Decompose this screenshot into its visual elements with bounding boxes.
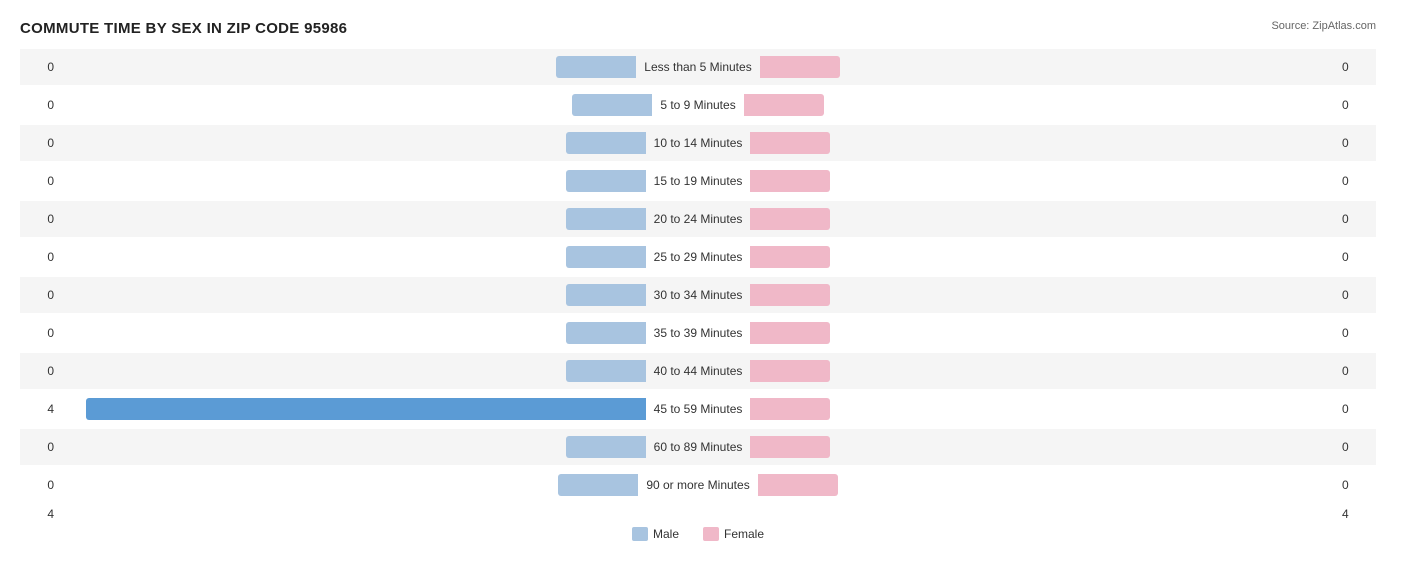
bar-row: 0 30 to 34 Minutes 0 [20, 277, 1376, 313]
bar-container: 35 to 39 Minutes [60, 315, 1336, 351]
bar-container: 90 or more Minutes [60, 467, 1336, 503]
male-bar [556, 56, 636, 78]
right-value: 0 [1336, 364, 1376, 378]
right-value: 0 [1336, 174, 1376, 188]
axis-left-value: 4 [20, 507, 60, 521]
female-bar [750, 170, 830, 192]
bar-container: 45 to 59 Minutes [60, 391, 1336, 427]
left-value: 0 [20, 440, 60, 454]
axis-row: 4 4 [20, 507, 1376, 521]
right-value: 0 [1336, 250, 1376, 264]
bar-row: 0 60 to 89 Minutes 0 [20, 429, 1376, 465]
chart-title: COMMUTE TIME BY SEX IN ZIP CODE 95986 [20, 20, 347, 37]
bar-container: 20 to 24 Minutes [60, 201, 1336, 237]
male-swatch [632, 527, 648, 541]
bar-label: 90 or more Minutes [638, 478, 757, 492]
right-value: 0 [1336, 288, 1376, 302]
female-bar [750, 436, 830, 458]
left-value: 0 [20, 364, 60, 378]
right-value: 0 [1336, 478, 1376, 492]
legend-female-label: Female [724, 527, 764, 541]
bar-row: 0 90 or more Minutes 0 [20, 467, 1376, 503]
left-value: 4 [20, 402, 60, 416]
female-bar [750, 132, 830, 154]
male-bar [572, 94, 652, 116]
left-value: 0 [20, 212, 60, 226]
left-value: 0 [20, 326, 60, 340]
bar-label: Less than 5 Minutes [636, 60, 759, 74]
left-value: 0 [20, 136, 60, 150]
left-value: 0 [20, 60, 60, 74]
bar-row: 0 35 to 39 Minutes 0 [20, 315, 1376, 351]
bar-row: 4 45 to 59 Minutes 0 [20, 391, 1376, 427]
bar-container: 30 to 34 Minutes [60, 277, 1336, 313]
female-bar [750, 208, 830, 230]
chart-area: 0 Less than 5 Minutes 0 0 5 to 9 Minutes 0 0 10… [20, 49, 1376, 503]
legend: Male Female [20, 527, 1376, 541]
left-value: 0 [20, 98, 60, 112]
bar-container: 40 to 44 Minutes [60, 353, 1336, 389]
bar-container: 5 to 9 Minutes [60, 87, 1336, 123]
bar-container: Less than 5 Minutes [60, 49, 1336, 85]
bar-label: 25 to 29 Minutes [646, 250, 751, 264]
bar-label: 45 to 59 Minutes [646, 402, 751, 416]
right-value: 0 [1336, 60, 1376, 74]
left-value: 0 [20, 250, 60, 264]
male-bar [558, 474, 638, 496]
female-bar [750, 246, 830, 268]
male-bar [566, 132, 646, 154]
bar-label: 5 to 9 Minutes [652, 98, 743, 112]
bar-label: 20 to 24 Minutes [646, 212, 751, 226]
legend-female: Female [703, 527, 764, 541]
bar-row: 0 20 to 24 Minutes 0 [20, 201, 1376, 237]
male-bar [566, 360, 646, 382]
bar-label: 10 to 14 Minutes [646, 136, 751, 150]
legend-male-label: Male [653, 527, 679, 541]
bar-row: 0 25 to 29 Minutes 0 [20, 239, 1376, 275]
bar-row: 0 Less than 5 Minutes 0 [20, 49, 1376, 85]
bar-row: 0 10 to 14 Minutes 0 [20, 125, 1376, 161]
female-bar [750, 398, 830, 420]
female-bar [750, 360, 830, 382]
left-value: 0 [20, 478, 60, 492]
male-bar [86, 398, 646, 420]
female-bar [760, 56, 840, 78]
male-bar [566, 436, 646, 458]
female-bar [750, 322, 830, 344]
bar-row: 0 40 to 44 Minutes 0 [20, 353, 1376, 389]
bar-container: 25 to 29 Minutes [60, 239, 1336, 275]
bar-label: 60 to 89 Minutes [646, 440, 751, 454]
male-bar [566, 208, 646, 230]
bar-row: 0 5 to 9 Minutes 0 [20, 87, 1376, 123]
right-value: 0 [1336, 98, 1376, 112]
right-value: 0 [1336, 402, 1376, 416]
legend-male: Male [632, 527, 679, 541]
right-value: 0 [1336, 440, 1376, 454]
bar-container: 10 to 14 Minutes [60, 125, 1336, 161]
chart-header: COMMUTE TIME BY SEX IN ZIP CODE 95986 So… [20, 20, 1376, 37]
bar-row: 0 15 to 19 Minutes 0 [20, 163, 1376, 199]
bar-label: 15 to 19 Minutes [646, 174, 751, 188]
bar-label: 30 to 34 Minutes [646, 288, 751, 302]
male-bar [566, 246, 646, 268]
right-value: 0 [1336, 212, 1376, 226]
bar-label: 40 to 44 Minutes [646, 364, 751, 378]
bar-container: 60 to 89 Minutes [60, 429, 1336, 465]
female-swatch [703, 527, 719, 541]
male-bar [566, 322, 646, 344]
left-value: 0 [20, 174, 60, 188]
bar-container: 15 to 19 Minutes [60, 163, 1336, 199]
right-value: 0 [1336, 136, 1376, 150]
source-text: Source: ZipAtlas.com [1271, 20, 1376, 32]
female-bar [750, 284, 830, 306]
axis-right-value: 4 [1336, 507, 1376, 521]
left-value: 0 [20, 288, 60, 302]
right-value: 0 [1336, 326, 1376, 340]
female-bar [758, 474, 838, 496]
female-bar [744, 94, 824, 116]
bar-label: 35 to 39 Minutes [646, 326, 751, 340]
male-bar [566, 170, 646, 192]
male-bar [566, 284, 646, 306]
